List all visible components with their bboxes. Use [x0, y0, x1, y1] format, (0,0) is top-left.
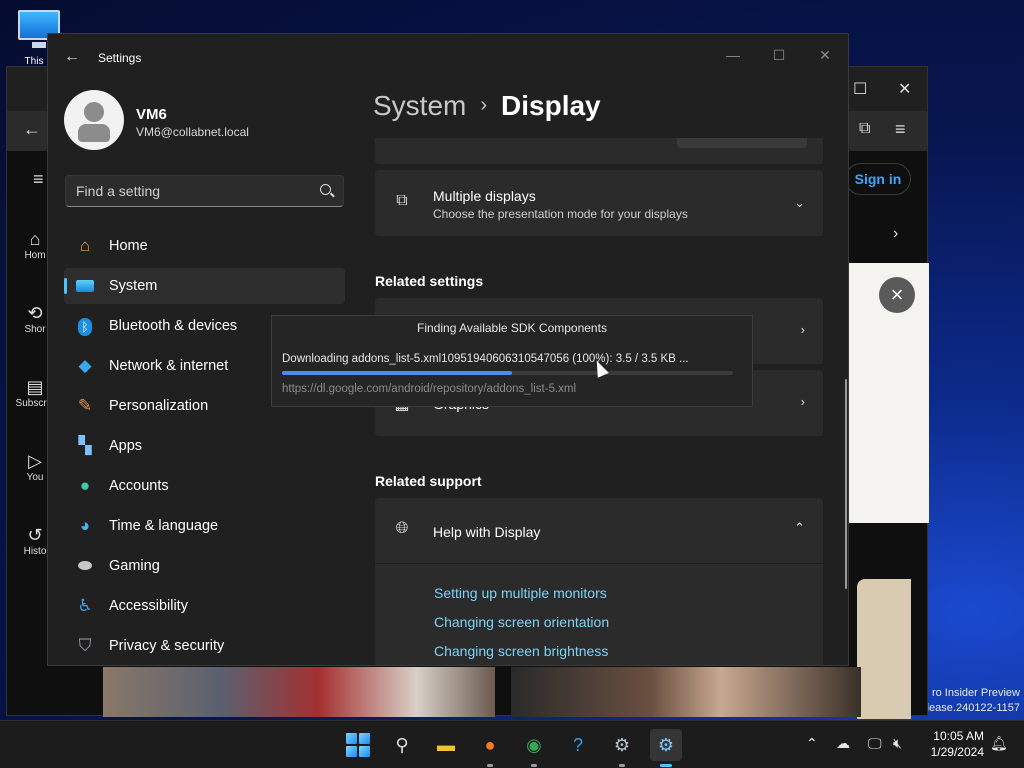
notification-bell-icon[interactable]: 🔔︎ [990, 735, 1008, 752]
maximize-icon[interactable]: ☐ [853, 79, 867, 99]
sidebar-item-home[interactable]: ⌂ Home [64, 228, 345, 264]
network-icon[interactable]: 🖵︎ [868, 735, 882, 752]
help-with-display-header[interactable]: 🌐︎ Help with Display ⌃ [375, 498, 823, 564]
help-icon: ? [572, 735, 583, 755]
download-status: Downloading addons_list-5.xml10951940606… [282, 353, 689, 365]
dropdown-control[interactable] [677, 138, 807, 148]
help-link[interactable]: Changing screen orientation [434, 614, 609, 630]
user-name: VM6 [136, 106, 167, 123]
apps-icon: ▚ [78, 436, 92, 455]
sign-in-button[interactable]: Sign in [845, 163, 911, 195]
sidebar-item-system[interactable]: System [64, 268, 345, 304]
multiple-displays-card[interactable]: ⧉ Multiple displays Choose the presentat… [375, 170, 823, 236]
maximize-icon[interactable]: ☐ [756, 40, 802, 70]
search-icon[interactable] [320, 184, 331, 195]
build-watermark: ro Insider Preview lease.240122-1157 [926, 687, 1020, 714]
search-taskbar-button[interactable]: ⚲ [386, 729, 418, 761]
related-settings-heading: Related settings [375, 273, 484, 289]
breadcrumb-parent[interactable]: System [373, 90, 466, 121]
previous-settings-card[interactable] [375, 138, 823, 164]
back-arrow-icon[interactable]: ← [64, 48, 80, 66]
user-email: VM6@collabnet.local [136, 125, 249, 139]
related-support-heading: Related support [375, 473, 482, 489]
dismiss-ad-icon[interactable]: × [879, 277, 915, 313]
chrome-button[interactable]: ◉ [518, 729, 550, 767]
multiple-displays-icon: ⧉ [396, 192, 408, 209]
controller-icon: ⬬ [77, 556, 93, 575]
home-icon: ⌂ [79, 236, 91, 255]
chevron-down-icon[interactable]: ⌄ [794, 195, 805, 211]
help-with-display-card: 🌐︎ Help with Display ⌃ Setting up multip… [375, 498, 823, 665]
help-link[interactable]: Setting up multiple monitors [434, 585, 607, 601]
firefox-icon: ● [484, 735, 496, 755]
menu-icon[interactable]: ≡ [895, 119, 906, 140]
chevron-right-icon[interactable]: › [801, 394, 805, 409]
help-link[interactable]: Changing screen brightness [434, 643, 608, 659]
system-icon [75, 276, 95, 296]
minimize-icon[interactable]: — [710, 40, 756, 70]
sidebar-nav: ⌂ Home System ᛒ Bluetooth & devices ◆ Ne… [64, 228, 345, 665]
firefox-button[interactable]: ● [474, 729, 506, 767]
close-icon[interactable]: ✕ [802, 40, 848, 70]
avatar[interactable] [64, 90, 124, 150]
video-thumbnail[interactable] [103, 667, 495, 717]
video-card[interactable] [857, 579, 911, 719]
chevron-up-icon[interactable]: ⌃ [794, 520, 805, 536]
back-arrow-icon[interactable]: ← [23, 119, 41, 140]
page-title: Display [501, 90, 601, 121]
sdk-progress-dialog: Finding Available SDK Components Downloa… [271, 315, 753, 407]
clock-date: 1/29/2024 [930, 745, 984, 759]
brush-icon: ✎ [77, 396, 93, 415]
cloud-icon[interactable]: ☁ [836, 735, 850, 752]
sidebar-item-time-language[interactable]: ◕ Time & language [64, 508, 345, 544]
globe-icon: 🌐︎ [395, 520, 409, 537]
clock-time: 10:05 AM [933, 729, 984, 743]
chevron-up-icon[interactable]: ⌃ [806, 735, 818, 752]
progress-fill [282, 371, 512, 375]
start-button[interactable] [342, 729, 374, 761]
scrollbar[interactable] [845, 379, 847, 589]
sidebar-item-accounts[interactable]: ● Accounts [64, 468, 345, 504]
clock[interactable]: 10:05 AM 1/29/2024 [922, 728, 984, 760]
globe-clock-icon: ◕ [79, 516, 91, 535]
video-thumbnail[interactable] [511, 667, 861, 717]
android-studio-button[interactable]: ⚙ [650, 729, 682, 767]
hamburger-icon[interactable]: ≡ [33, 169, 44, 190]
windows-logo-icon [346, 733, 370, 757]
bluetooth-icon: ᛒ [75, 316, 95, 336]
chrome-icon: ◉ [526, 735, 542, 755]
folder-icon: ▬ [437, 735, 455, 755]
dialog-title: Finding Available SDK Components [417, 321, 607, 335]
wifi-icon: ◆ [78, 356, 92, 375]
shield-icon: ⛉ [78, 636, 92, 655]
extensions-icon[interactable]: ⧉ [859, 120, 870, 138]
chevron-right-icon[interactable]: › [801, 322, 805, 337]
sidebar-item-accessibility[interactable]: ♿ Accessibility [64, 588, 345, 624]
breadcrumb: System › Display [373, 90, 601, 122]
chevron-right-icon[interactable]: › [893, 225, 898, 243]
volume-muted-icon[interactable]: 🔇︎ [893, 735, 902, 752]
search-icon: ⚲ [395, 735, 409, 755]
settings-taskbar-button[interactable]: ⚙ [606, 729, 638, 767]
search-input[interactable] [76, 183, 306, 199]
download-url: https://dl.google.com/android/repository… [282, 383, 577, 395]
breadcrumb-separator: › [480, 94, 488, 116]
settings-titlebar: ← Settings — ☐ ✕ [48, 34, 848, 82]
sidebar-item-privacy-security[interactable]: ⛉ Privacy & security [64, 628, 345, 664]
accessibility-icon: ♿ [77, 596, 93, 615]
file-explorer-button[interactable]: ▬ [430, 729, 462, 761]
sidebar-item-apps[interactable]: ▚ Apps [64, 428, 345, 464]
gear-icon: ⚙ [613, 735, 631, 755]
taskbar: ⚲ ▬ ● ◉ ? ⚙ ⚙ ⌃ ☁ 🖵︎ 🔇︎ 10:05 AM 1/29/20… [0, 720, 1024, 768]
close-icon[interactable]: ✕ [898, 79, 911, 99]
progress-bar [282, 371, 733, 375]
person-icon: ● [79, 476, 91, 495]
app-title: Settings [98, 51, 142, 65]
search-box[interactable] [65, 175, 344, 207]
android-studio-icon: ⚙ [657, 735, 675, 755]
get-help-button[interactable]: ? [562, 729, 594, 761]
sidebar-item-gaming[interactable]: ⬬ Gaming [64, 548, 345, 584]
